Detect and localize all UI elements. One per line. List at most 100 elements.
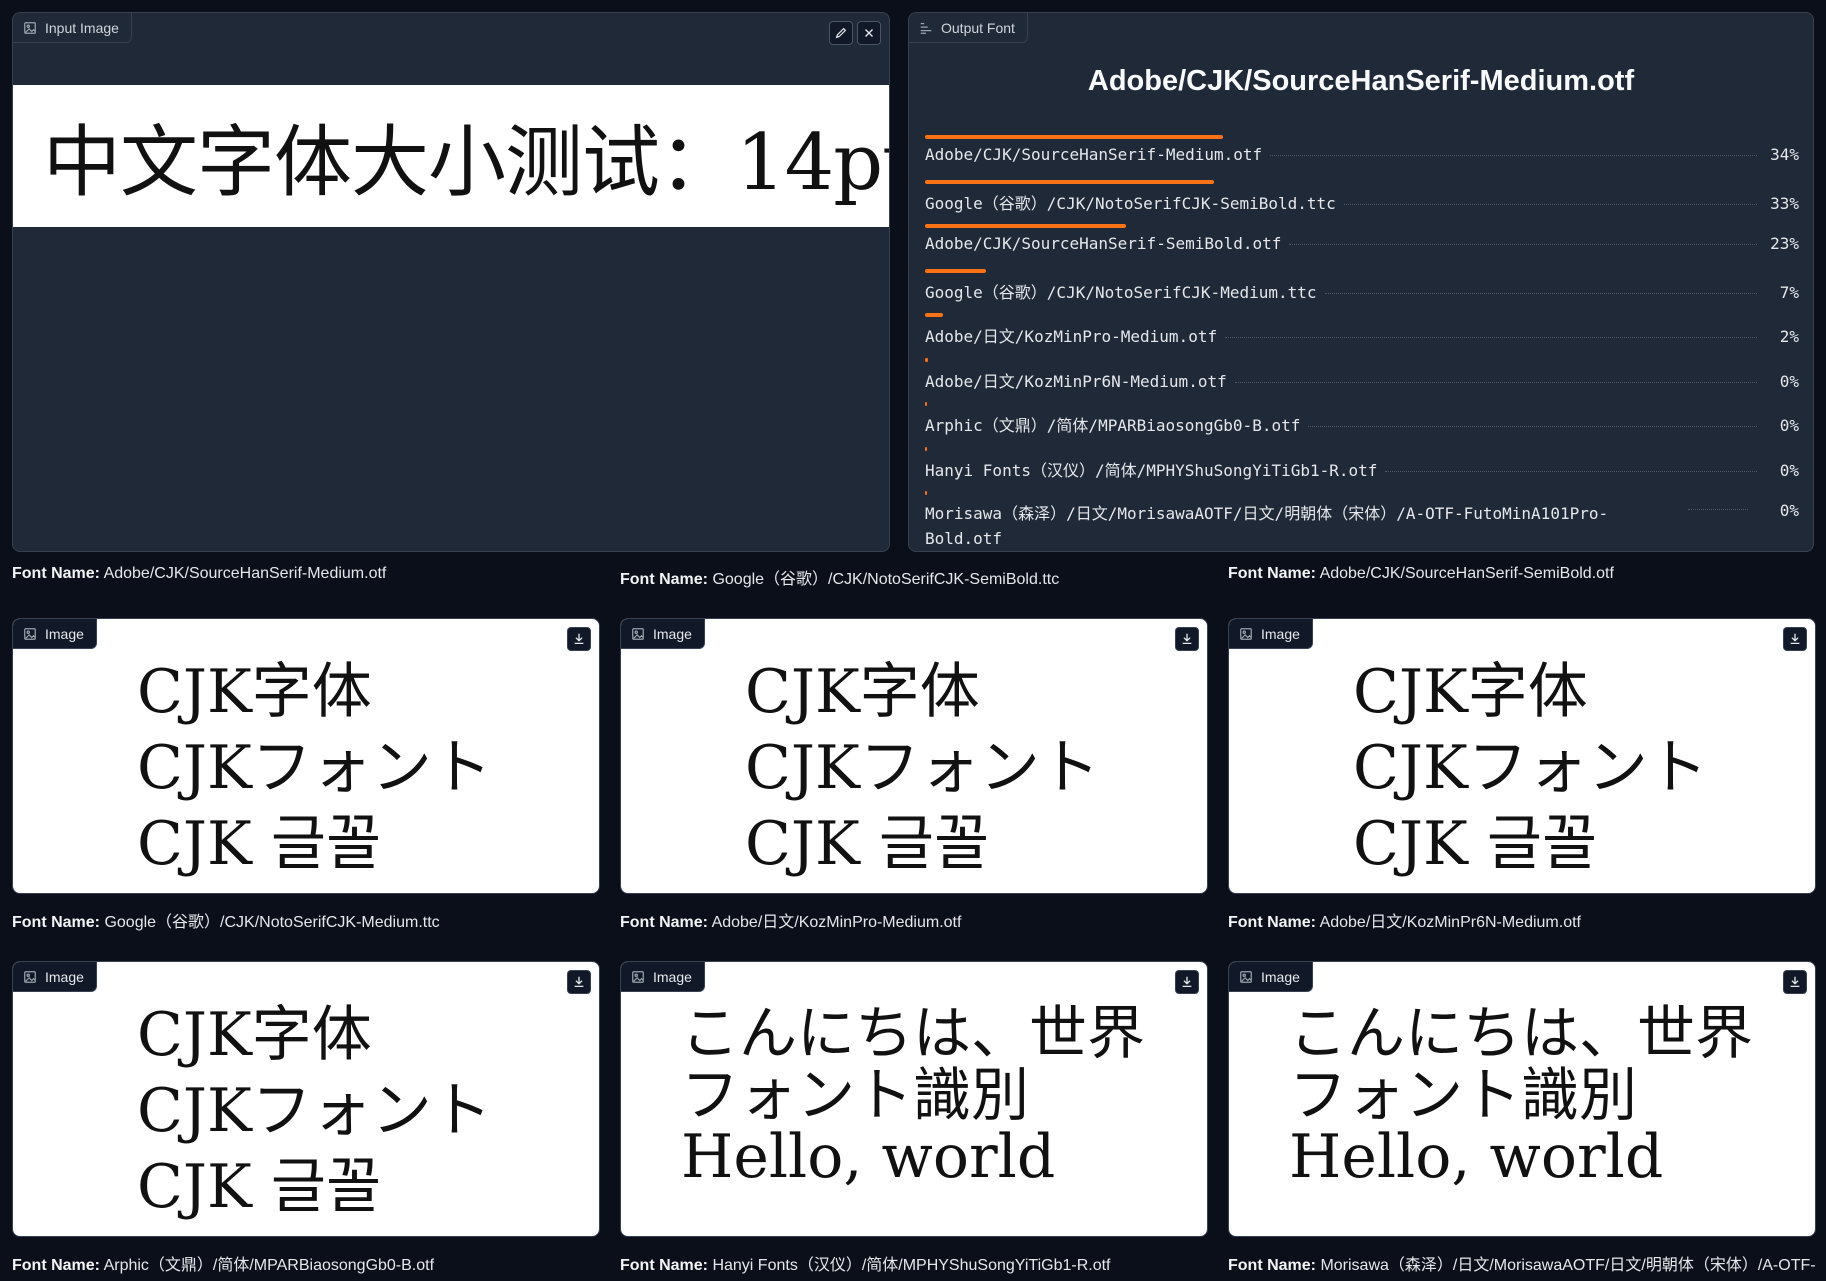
sample-text: こんにちは、世界 フォント識別 Hello, world	[681, 1002, 1145, 1188]
leader-dots	[1289, 244, 1757, 245]
input-image-panel: Input Image 中文字体大小测试：14pt	[12, 12, 890, 552]
confidence-font-name: Arphic（文鼎）/简体/MPARBiaosongGb0-B.otf	[925, 416, 1301, 435]
download-button[interactable]	[1783, 970, 1807, 994]
download-button[interactable]	[567, 627, 591, 651]
predicted-font-title: Adobe/CJK/SourceHanSerif-Medium.otf	[1087, 65, 1635, 97]
sample-line: こんにちは、世界	[681, 999, 1146, 1067]
font-name-caption: Font Name: Adobe/CJK/SourceHanSerif-Semi…	[1228, 565, 1614, 583]
confidence-font-name: Morisawa（森泽）/日文/MorisawaAOTF/日文/明朝体（宋体）/…	[925, 504, 1609, 548]
confidence-percent: 0%	[1779, 371, 1799, 391]
font-name-caption: Font Name: Adobe/CJK/SourceHanSerif-Medi…	[12, 565, 386, 583]
confidence-row: Google（谷歌）/CJK/NotoSerifCJK-SemiBold.ttc…	[925, 168, 1799, 213]
font-name-prefix: Font Name:	[12, 565, 100, 582]
font-name-prefix: Font Name:	[620, 914, 708, 931]
confidence-percent: 7%	[1779, 282, 1799, 302]
image-icon	[24, 627, 36, 640]
confidence-percent: 0%	[1779, 501, 1799, 520]
confidence-list: Adobe/CJK/SourceHanSerif-Medium.otf 34% Go…	[925, 123, 1799, 548]
close-icon	[865, 29, 873, 37]
leader-dots	[1343, 203, 1757, 205]
sample-line: CJKフォント	[137, 1076, 492, 1146]
output-font-tag: Output Font	[909, 13, 1028, 43]
input-image-text: 中文字体大小测试：14pt	[43, 118, 890, 208]
font-name-prefix: Font Name:	[12, 1257, 100, 1274]
leader-dots	[1225, 337, 1757, 338]
sample-line: CJK字体	[137, 1000, 372, 1070]
font-name-caption: Font Name: Google（谷歌）/CJK/NotoSerifCJK-S…	[620, 565, 1059, 589]
sample-text: CJK字体 CJKフォント CJK 글꼴	[137, 997, 492, 1225]
leader-dots	[1270, 155, 1757, 156]
font-name-prefix: Font Name:	[1228, 565, 1316, 582]
image-icon	[1240, 627, 1252, 640]
font-name-value: Adobe/日文/KozMinPr6N-Medium.otf	[1316, 914, 1581, 931]
confidence-bar	[925, 268, 986, 273]
sample-line: CJK 글꼴	[137, 809, 382, 879]
pencil-icon	[835, 27, 847, 39]
font-name-prefix: Font Name:	[1228, 914, 1316, 931]
confidence-bar	[925, 313, 943, 317]
confidence-bar	[925, 446, 927, 451]
confidence-font-name: Adobe/CJK/SourceHanSerif-SemiBold.otf	[925, 234, 1282, 253]
font-name-prefix: Font Name:	[1228, 1257, 1316, 1274]
confidence-row: Adobe/日文/KozMinPro-Medium.otf 2%	[925, 301, 1799, 346]
sample-line: フォント識別	[681, 1061, 1030, 1129]
sample-text: CJK字体 CJKフォント CJK 글꼴	[137, 654, 492, 882]
font-name-value: Morisawa（森泽）/日文/MorisawaAOTF/日文/明朝体（宋体）/…	[1316, 1257, 1816, 1274]
confidence-font-name: Hanyi Fonts（汉仪）/简体/MPHYShuSongYiTiGb1-R.…	[925, 460, 1378, 480]
edit-button[interactable]	[829, 21, 853, 45]
font-name-value: Google（谷歌）/CJK/NotoSerifCJK-SemiBold.ttc	[708, 571, 1060, 588]
leader-dots	[1308, 426, 1757, 427]
confidence-percent: 34%	[1770, 145, 1799, 164]
confidence-row: Adobe/CJK/SourceHanSerif-Medium.otf 34%	[925, 123, 1799, 168]
leader-dots	[1385, 470, 1757, 472]
image-tag: Image	[1229, 619, 1313, 649]
font-name-caption: Font Name: Morisawa（森泽）/日文/MorisawaAOTF/…	[1228, 1251, 1816, 1275]
sample-line: CJKフォント	[745, 733, 1100, 803]
confidence-percent: 23%	[1770, 234, 1799, 253]
confidence-font-name: Google（谷歌）/CJK/NotoSerifCJK-SemiBold.ttc	[925, 193, 1336, 213]
leader-dots	[1324, 292, 1757, 294]
confidence-font-name: Adobe/日文/KozMinPro-Medium.otf	[925, 327, 1218, 346]
font-name-value: Hanyi Fonts（汉仪）/简体/MPHYShuSongYiTiGb1-R.…	[708, 1257, 1111, 1274]
download-icon	[1182, 633, 1192, 645]
confidence-row: Morisawa（森泽）/日文/MorisawaAOTF/日文/明朝体（宋体）/…	[925, 479, 1799, 548]
download-icon	[574, 976, 584, 988]
confidence-row: Google（谷歌）/CJK/NotoSerifCJK-Medium.ttc 7%	[925, 257, 1799, 302]
input-image-tag: Input Image	[13, 13, 132, 43]
confidence-row: Adobe/日文/KozMinPr6N-Medium.otf 0%	[925, 346, 1799, 391]
confidence-bar	[925, 491, 927, 495]
confidence-font-name: Adobe/日文/KozMinPr6N-Medium.otf	[925, 371, 1227, 391]
leader-dots	[1688, 509, 1748, 510]
font-name-caption: Font Name: Adobe/日文/KozMinPro-Medium.otf	[620, 908, 961, 932]
download-icon	[574, 633, 584, 645]
confidence-percent: 33%	[1770, 193, 1799, 213]
clear-button[interactable]	[857, 21, 881, 45]
download-icon	[1790, 633, 1800, 645]
sample-line: Hello, world	[681, 1122, 1056, 1192]
sample-image-card: Image こんにちは、世界 フォント識別 Hello, world	[620, 961, 1208, 1237]
leader-dots	[1234, 381, 1757, 383]
font-name-value: Adobe/CJK/SourceHanSerif-Medium.otf	[100, 565, 387, 582]
image-tag-label: Image	[1261, 625, 1300, 642]
sample-text: こんにちは、世界 フォント識別 Hello, world	[1289, 1002, 1753, 1188]
confidence-bar	[925, 224, 1126, 228]
image-icon	[632, 627, 644, 640]
confidence-bar	[925, 357, 928, 362]
sample-line: CJK 글꼴	[745, 809, 990, 879]
image-tag-label: Image	[653, 968, 692, 985]
image-tag-label: Image	[45, 625, 84, 642]
output-font-panel: Output Font Adobe/CJK/SourceHanSerif-Med…	[908, 12, 1814, 552]
input-image: 中文字体大小测试：14pt	[13, 85, 890, 227]
download-icon	[1790, 976, 1800, 988]
download-button[interactable]	[1175, 627, 1199, 651]
download-icon	[1182, 976, 1192, 988]
confidence-font-name: Google（谷歌）/CJK/NotoSerifCJK-Medium.ttc	[925, 282, 1317, 302]
confidence-font-name: Adobe/CJK/SourceHanSerif-Medium.otf	[925, 145, 1263, 164]
sample-line: CJK 글꼴	[1353, 809, 1598, 879]
image-icon	[24, 21, 36, 34]
download-button[interactable]	[567, 970, 591, 994]
download-button[interactable]	[1175, 970, 1199, 994]
download-button[interactable]	[1783, 627, 1807, 651]
image-tag-label: Image	[1261, 968, 1300, 985]
confidence-bar	[925, 179, 1214, 184]
